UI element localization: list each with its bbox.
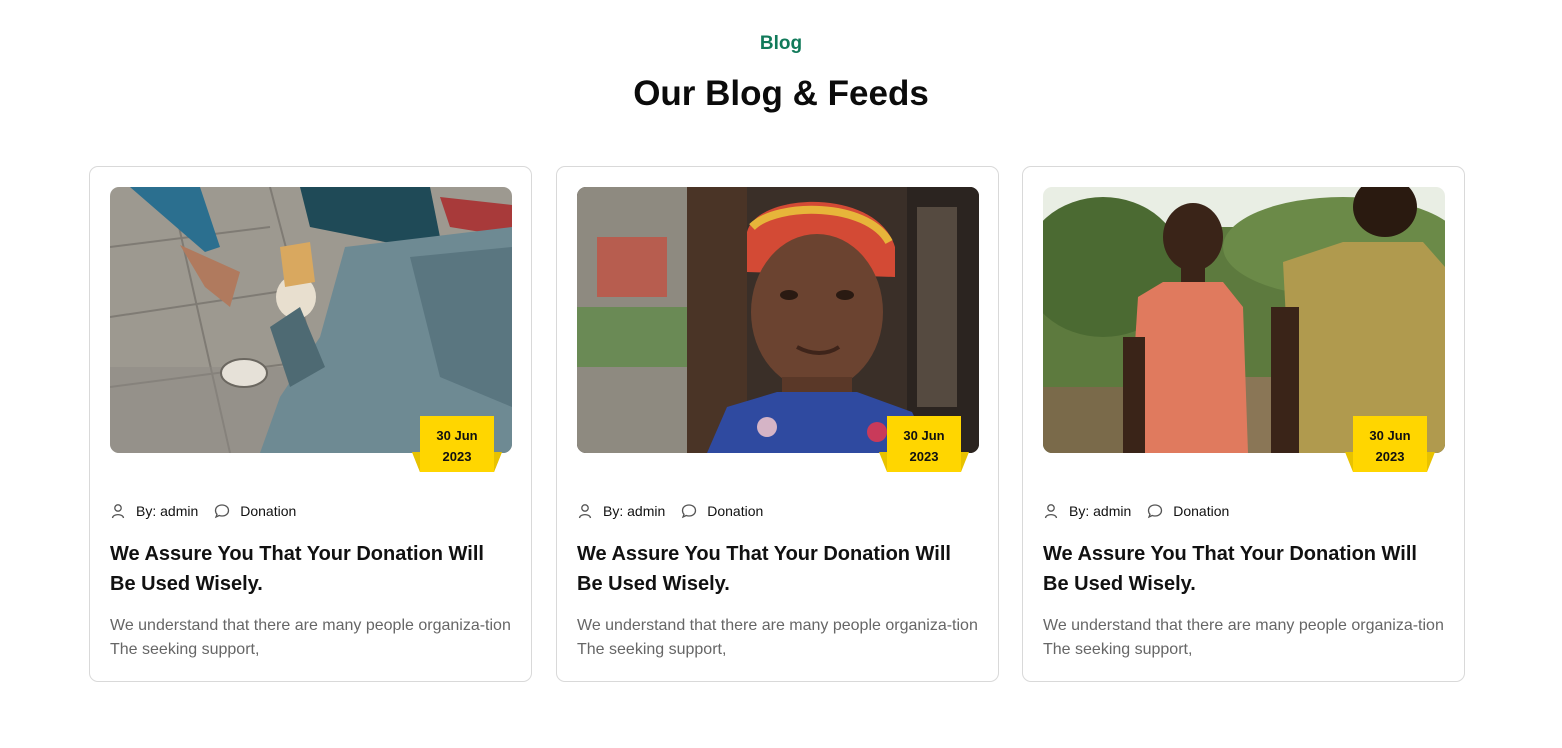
post-title[interactable]: We Assure You That Your Donation Will Be… [1043, 539, 1445, 599]
post-author[interactable]: By: admin [603, 503, 665, 519]
section-heading: Our Blog & Feeds [633, 74, 929, 113]
blog-card[interactable]: 30 Jun 2023 By: admin Donation We Assure… [556, 166, 999, 682]
post-meta: By: admin Donation [1043, 501, 1229, 521]
user-icon [111, 504, 125, 519]
post-category[interactable]: Donation [1173, 503, 1229, 519]
section-eyebrow: Blog [759, 33, 803, 54]
comment-icon [682, 504, 697, 519]
date-year: 2023 [909, 449, 939, 464]
post-meta: By: admin Donation [110, 501, 296, 521]
comment-icon [1148, 504, 1163, 519]
blog-card[interactable]: 30 Jun 2023 By: admin Donation We Assure… [1022, 166, 1465, 682]
date-badge: 30 Jun 2023 [1345, 416, 1435, 472]
comment-icon [215, 504, 230, 519]
post-excerpt: We understand that there are many people… [1043, 617, 1444, 658]
post-author[interactable]: By: admin [136, 503, 198, 519]
date-year: 2023 [442, 449, 472, 464]
user-icon [1044, 504, 1058, 519]
user-icon [578, 504, 592, 519]
photo-boys-walking-icon [1043, 187, 1445, 453]
post-meta: By: admin Donation [577, 501, 763, 521]
post-excerpt: We understand that there are many people… [577, 617, 978, 658]
blog-card[interactable]: 30 Jun 2023 By: admin Donation We Assure… [89, 166, 532, 682]
post-title[interactable]: We Assure You That Your Donation Will Be… [577, 539, 979, 599]
date-day: 30 Jun [903, 428, 945, 443]
photo-woman-portrait-icon [577, 187, 979, 453]
date-day: 30 Jun [1369, 428, 1411, 443]
date-day: 30 Jun [436, 428, 478, 443]
date-year: 2023 [1375, 449, 1405, 464]
date-badge: 30 Jun 2023 [879, 416, 969, 472]
post-image[interactable] [110, 187, 512, 453]
post-category[interactable]: Donation [707, 503, 763, 519]
post-category[interactable]: Donation [240, 503, 296, 519]
post-image[interactable] [577, 187, 979, 453]
date-badge: 30 Jun 2023 [412, 416, 502, 472]
post-image[interactable] [1043, 187, 1445, 453]
post-excerpt: We understand that there are many people… [110, 617, 511, 658]
post-title[interactable]: We Assure You That Your Donation Will Be… [110, 539, 512, 599]
photo-person-receiving-food-icon [110, 187, 512, 453]
post-author[interactable]: By: admin [1069, 503, 1131, 519]
